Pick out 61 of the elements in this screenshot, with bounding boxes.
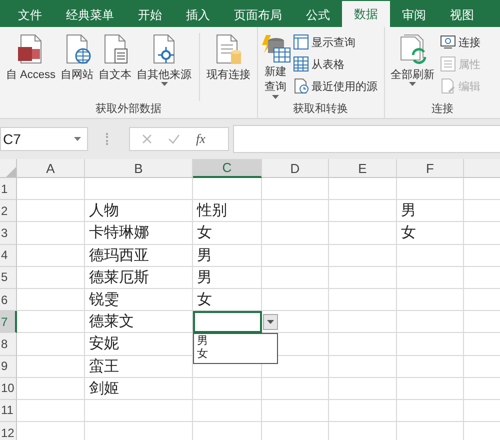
- ribbon-tab[interactable]: 视图: [438, 3, 486, 27]
- column-header[interactable]: B: [85, 159, 193, 178]
- row-header[interactable]: 1: [0, 178, 17, 200]
- column-header[interactable]: E: [329, 159, 397, 178]
- ribbon-button[interactable]: 自 Access: [4, 33, 58, 82]
- ribbon-button[interactable]: 现有连接: [204, 33, 253, 82]
- list-option[interactable]: 女: [197, 348, 274, 362]
- name-box[interactable]: C7: [0, 127, 88, 151]
- table-cell: 蛮王: [85, 356, 193, 378]
- ribbon-button[interactable]: 连接: [438, 33, 483, 51]
- list-option[interactable]: 男: [197, 335, 274, 348]
- table-cell: 卡特琳娜: [85, 222, 193, 245]
- table-cell: 德玛西亚: [85, 244, 193, 267]
- row-header[interactable]: 4: [0, 244, 17, 267]
- ribbon-button[interactable]: 从表格: [290, 55, 380, 73]
- row-header[interactable]: 9: [0, 356, 17, 378]
- ribbon-button[interactable]: 自网站: [58, 33, 96, 82]
- row-header[interactable]: 8: [0, 333, 17, 356]
- ribbon-tab[interactable]: 文件: [6, 3, 54, 27]
- row-header[interactable]: 5: [0, 266, 17, 289]
- ribbon-button[interactable]: 自文本: [96, 33, 134, 82]
- table-cell: 男: [193, 244, 262, 267]
- ribbon-tab[interactable]: 插入: [174, 3, 222, 27]
- table-cell: 男: [193, 266, 262, 289]
- row-header[interactable]: 7: [0, 311, 17, 334]
- table-cell: 锐雯: [85, 288, 193, 312]
- cell-reference: C7: [3, 131, 21, 147]
- group-label: 获取外部数据: [94, 102, 162, 117]
- ribbon-button[interactable]: 新建查询: [262, 33, 290, 100]
- table-cell: 德莱厄斯: [85, 266, 193, 289]
- ribbon-tab[interactable]: 审阅: [390, 3, 438, 27]
- table-cell: 剑姬: [85, 378, 193, 400]
- table-cell: 女: [193, 288, 262, 312]
- row-header[interactable]: 10: [0, 378, 17, 400]
- insert-function-button[interactable]: fx: [196, 131, 206, 147]
- row-header[interactable]: 12: [0, 422, 17, 440]
- table-cell: 女: [193, 222, 262, 245]
- ribbon-button[interactable]: 最近使用的源: [290, 77, 380, 95]
- row-header[interactable]: 3: [0, 222, 17, 245]
- column-header[interactable]: A: [17, 159, 85, 178]
- table-cell: 性别: [193, 200, 262, 222]
- group-label: 连接: [430, 102, 454, 117]
- table-cell: 人物: [85, 200, 193, 222]
- ribbon-button[interactable]: 全部刷新: [388, 33, 437, 87]
- ribbon-tab[interactable]: 页面布局: [222, 3, 294, 27]
- table-cell: 女: [397, 222, 464, 245]
- ribbon-tab[interactable]: 开始: [126, 3, 174, 27]
- column-header[interactable]: C: [193, 159, 262, 178]
- row-header[interactable]: 2: [0, 200, 17, 222]
- ribbon-button[interactable]: 显示查询: [290, 33, 380, 51]
- table-cell: 德莱文: [85, 311, 193, 334]
- ribbon-tab[interactable]: 经典菜单: [54, 3, 126, 27]
- row-header[interactable]: 6: [0, 288, 17, 312]
- column-header[interactable]: D: [262, 159, 329, 178]
- row-header[interactable]: 11: [0, 400, 17, 422]
- table-cell: 男: [397, 200, 464, 222]
- ribbon-button[interactable]: 自其他来源: [134, 33, 194, 87]
- ribbon-tab[interactable]: 数据: [342, 1, 390, 27]
- group-label: 获取和转换: [292, 102, 350, 117]
- ribbon-tab[interactable]: 公式: [294, 3, 342, 27]
- column-header[interactable]: F: [397, 159, 464, 178]
